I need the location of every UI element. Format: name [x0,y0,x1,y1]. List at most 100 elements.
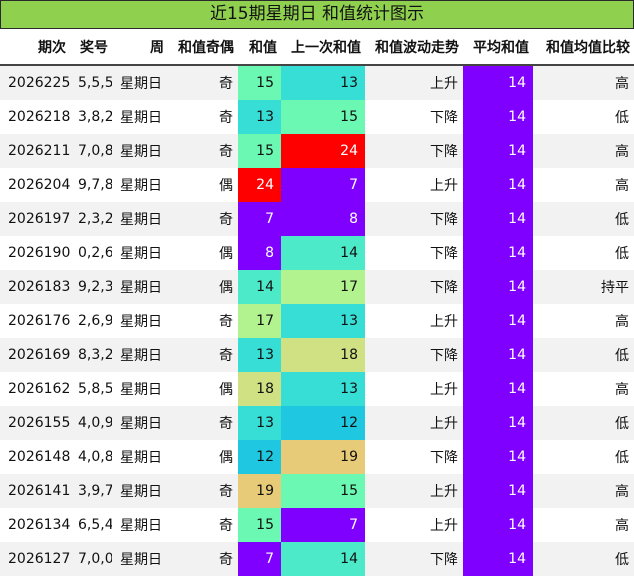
cell-prev-sum: 19 [281,440,365,474]
cell-weekday: 星期日 [112,542,168,576]
table-row: 2026204 9,7,8 星期日偶 24 7 上升 14 高 [0,168,634,202]
cell-sum: 8 [238,236,281,270]
header-trend: 和值波动走势 [365,30,463,66]
cell-weekday: 星期日 [112,168,168,202]
cell-sum: 7 [238,202,281,236]
cell-trend: 上升 [365,508,463,542]
cell-numbers: 0,2,6 [70,236,112,270]
cell-prev-sum: 13 [281,372,365,406]
cell-period: 2026169 [0,338,70,372]
chart-figure: 近15期星期日 和值统计图示 期次 奖号 周 和值奇偶 和值 上一次和值 和值波… [0,0,634,576]
cell-trend: 下降 [365,134,463,168]
cell-compare: 高 [533,168,634,202]
cell-numbers: 9,7,8 [70,168,112,202]
cell-compare: 高 [533,134,634,168]
cell-numbers: 3,9,7 [70,474,112,508]
cell-prev-sum: 7 [281,508,365,542]
table-row: 2026225 5,5,5 星期日奇 15 13 上升 14 高 [0,65,634,100]
cell-parity: 偶 [168,372,238,406]
cell-prev-sum: 14 [281,542,365,576]
cell-numbers: 6,5,4 [70,508,112,542]
table-row: 2026155 4,0,9 星期日奇 13 12 上升 14 低 [0,406,634,440]
cell-sum: 13 [238,338,281,372]
cell-prev-sum: 13 [281,304,365,338]
table-row: 2026127 7,0,0 星期日奇 7 14 下降 14 低 [0,542,634,576]
cell-prev-sum: 8 [281,202,365,236]
cell-parity: 奇 [168,406,238,440]
cell-numbers: 7,0,0 [70,542,112,576]
table-body: 2026225 5,5,5 星期日奇 15 13 上升 14 高 2026218 3,8,2 星期日… [0,65,634,576]
cell-numbers: 8,3,2 [70,338,112,372]
cell-parity: 偶 [168,270,238,304]
cell-period: 2026197 [0,202,70,236]
cell-period: 2026183 [0,270,70,304]
cell-prev-sum: 17 [281,270,365,304]
cell-sum: 18 [238,372,281,406]
cell-trend: 下降 [365,270,463,304]
cell-numbers: 3,8,2 [70,100,112,134]
cell-compare: 低 [533,338,634,372]
header-sum: 和值 [238,30,281,66]
cell-compare: 高 [533,65,634,100]
cell-avg: 14 [463,100,533,134]
cell-prev-sum: 12 [281,406,365,440]
cell-trend: 上升 [365,406,463,440]
cell-weekday: 星期日 [112,304,168,338]
cell-avg: 14 [463,270,533,304]
cell-parity: 奇 [168,304,238,338]
cell-compare: 高 [533,372,634,406]
cell-trend: 下降 [365,338,463,372]
cell-period: 2026162 [0,372,70,406]
cell-weekday: 星期日 [112,236,168,270]
header-numbers: 奖号 [70,30,112,66]
cell-avg: 14 [463,440,533,474]
cell-weekday: 星期日 [112,508,168,542]
cell-avg: 14 [463,508,533,542]
cell-numbers: 5,5,5 [70,65,112,100]
cell-prev-sum: 18 [281,338,365,372]
cell-avg: 14 [463,372,533,406]
cell-compare: 低 [533,202,634,236]
cell-period: 2026155 [0,406,70,440]
table-row: 2026162 5,8,5 星期日偶 18 13 上升 14 高 [0,372,634,406]
cell-avg: 14 [463,304,533,338]
cell-prev-sum: 24 [281,134,365,168]
cell-sum: 12 [238,440,281,474]
cell-period: 2026141 [0,474,70,508]
cell-sum: 14 [238,270,281,304]
cell-parity: 奇 [168,65,238,100]
cell-avg: 14 [463,134,533,168]
cell-period: 2026176 [0,304,70,338]
cell-weekday: 星期日 [112,134,168,168]
cell-compare: 高 [533,508,634,542]
cell-weekday: 星期日 [112,65,168,100]
header-compare: 和值均值比较 [533,30,634,66]
cell-trend: 下降 [365,542,463,576]
cell-period: 2026218 [0,100,70,134]
cell-weekday: 星期日 [112,100,168,134]
cell-avg: 14 [463,168,533,202]
header-period: 期次 [0,30,70,66]
cell-parity: 奇 [168,338,238,372]
cell-period: 2026148 [0,440,70,474]
cell-trend: 上升 [365,65,463,100]
table-row: 2026134 6,5,4 星期日奇 15 7 上升 14 高 [0,508,634,542]
chart-title: 近15期星期日 和值统计图示 [0,0,634,29]
cell-numbers: 2,6,9 [70,304,112,338]
cell-avg: 14 [463,406,533,440]
cell-compare: 高 [533,474,634,508]
table-row: 2026169 8,3,2 星期日奇 13 18 下降 14 低 [0,338,634,372]
table-row: 2026176 2,6,9 星期日奇 17 13 上升 14 高 [0,304,634,338]
table-row: 2026218 3,8,2 星期日奇 13 15 下降 14 低 [0,100,634,134]
cell-avg: 14 [463,542,533,576]
cell-period: 2026127 [0,542,70,576]
cell-numbers: 4,0,8 [70,440,112,474]
cell-trend: 上升 [365,474,463,508]
table-row: 2026148 4,0,8 星期日偶 12 19 下降 14 低 [0,440,634,474]
cell-period: 2026134 [0,508,70,542]
cell-parity: 偶 [168,236,238,270]
table-row: 2026197 2,3,2 星期日奇 7 8 下降 14 低 [0,202,634,236]
cell-sum: 13 [238,100,281,134]
cell-parity: 奇 [168,100,238,134]
cell-compare: 低 [533,542,634,576]
